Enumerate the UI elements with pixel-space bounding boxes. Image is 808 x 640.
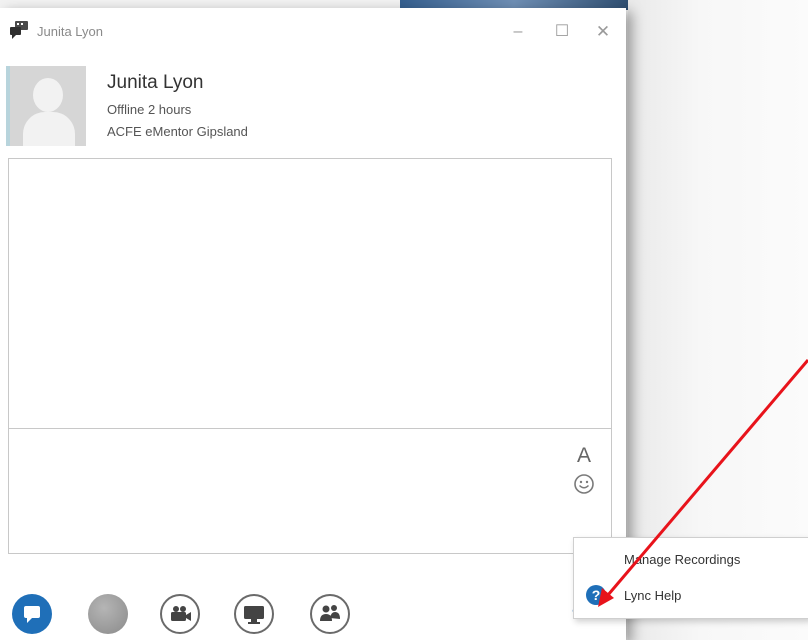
video-icon bbox=[171, 606, 191, 621]
window-title: Junita Lyon bbox=[37, 24, 104, 39]
maximize-button[interactable]: ☐ bbox=[548, 20, 576, 44]
menu-item-label: Lync Help bbox=[624, 588, 682, 603]
close-button[interactable]: ✕ bbox=[589, 20, 617, 44]
avatar-body-shape bbox=[23, 112, 75, 146]
contact-header: Junita Lyon Offline 2 hours ACFE eMentor… bbox=[6, 64, 626, 154]
present-button[interactable] bbox=[234, 594, 274, 634]
menu-item-lync-help[interactable]: ? Lync Help bbox=[574, 578, 808, 614]
conversation-toolbar: ••• bbox=[0, 588, 626, 640]
video-button[interactable] bbox=[160, 594, 200, 634]
avatar-head-shape bbox=[33, 78, 63, 112]
contact-organization: ACFE eMentor Gipsland bbox=[107, 124, 248, 139]
im-icon bbox=[24, 606, 40, 623]
help-icon: ? bbox=[586, 585, 606, 605]
participants-icon bbox=[320, 605, 340, 621]
minimize-button[interactable]: – bbox=[504, 20, 532, 44]
present-icon bbox=[244, 606, 264, 624]
message-compose-input[interactable]: A bbox=[8, 428, 612, 554]
avatar[interactable] bbox=[6, 66, 86, 146]
font-icon[interactable]: A bbox=[577, 444, 591, 468]
participants-button[interactable] bbox=[310, 594, 350, 634]
audio-button[interactable] bbox=[88, 594, 128, 634]
contact-status: Offline 2 hours bbox=[107, 102, 192, 117]
contact-name[interactable]: Junita Lyon bbox=[107, 72, 203, 94]
lync-conversation-icon bbox=[8, 20, 30, 40]
more-options-menu: Manage Recordings ? Lync Help bbox=[573, 537, 808, 619]
menu-item-manage-recordings[interactable]: Manage Recordings bbox=[574, 542, 808, 578]
title-bar[interactable]: Junita Lyon – ☐ ✕ bbox=[0, 8, 626, 56]
conversation-history-pane[interactable] bbox=[8, 158, 612, 429]
conversation-window: Junita Lyon – ☐ ✕ Junita Lyon Offline 2 … bbox=[0, 8, 626, 640]
emoticon-icon[interactable] bbox=[573, 473, 595, 495]
menu-item-label: Manage Recordings bbox=[624, 552, 741, 567]
im-button[interactable] bbox=[12, 594, 52, 634]
